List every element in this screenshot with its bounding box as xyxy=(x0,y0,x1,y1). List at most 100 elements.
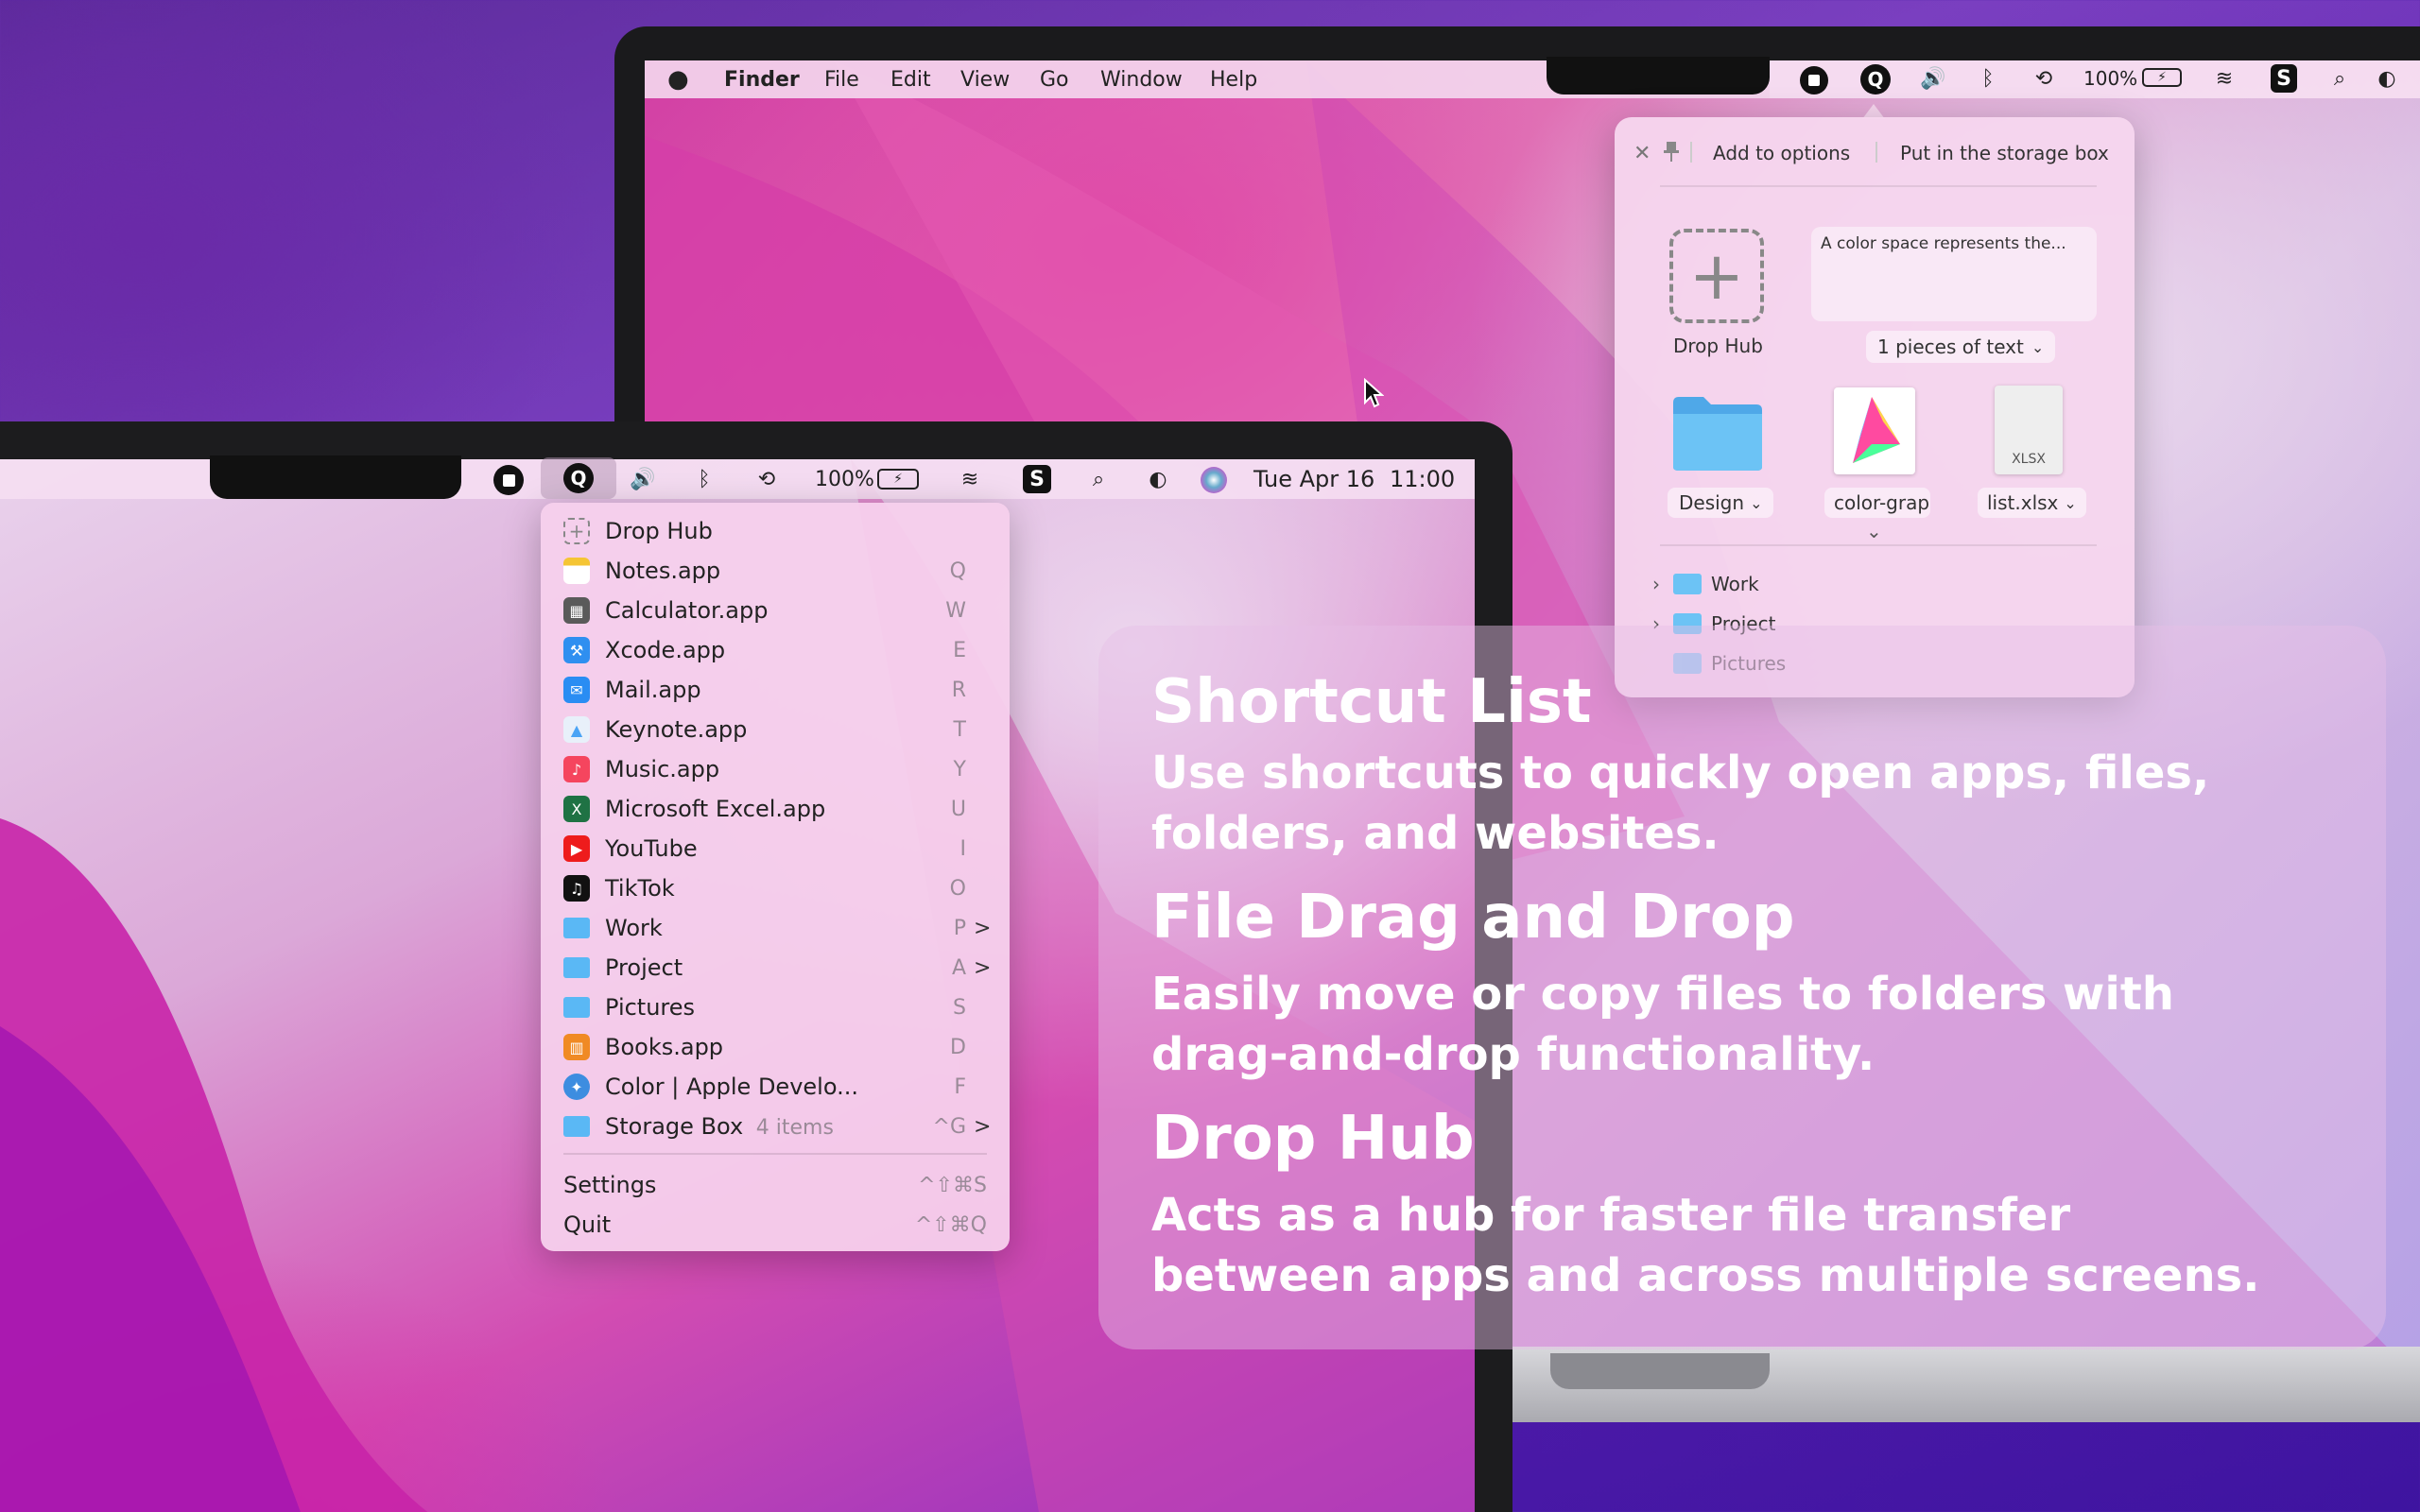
record-icon[interactable] xyxy=(1800,66,1828,94)
submenu-chevron-icon: > xyxy=(974,1114,992,1139)
feature-desc-shortcut-list-line1: Use shortcuts to quickly open apps, file… xyxy=(1151,747,2210,799)
calculator-icon: ▦ xyxy=(563,597,590,624)
chevron-down-icon: ⌄ xyxy=(2064,493,2077,512)
menu-item-books[interactable]: ▥ Books.app D xyxy=(563,1028,987,1066)
drop-hub-popover: ✕ Add to options Put in the storage box … xyxy=(1615,117,2135,697)
expand-chevron-icon[interactable]: ⌄ xyxy=(1866,520,1882,542)
menu-item-project[interactable]: Project A > xyxy=(563,949,991,987)
menu-item-label: Books.app xyxy=(605,1034,724,1060)
youtube-icon: ▶ xyxy=(563,835,590,862)
spotlight-search-icon[interactable]: ⌕ xyxy=(1083,463,1114,495)
menu-item-shortcut: D xyxy=(950,1035,966,1059)
disclosure-chevron-icon[interactable]: › xyxy=(1652,573,1673,595)
wifi-icon[interactable]: ≋ xyxy=(953,463,987,495)
file-dropdown-color-graph[interactable]: color-grap⌄ xyxy=(1824,488,1930,518)
s-app-icon[interactable]: S xyxy=(2271,64,2297,93)
menu-item-music[interactable]: ♪ Music.app Y xyxy=(563,750,987,788)
menu-item-shortcut: A xyxy=(951,955,966,980)
menu-item-shortcut: Q xyxy=(949,558,966,583)
menu-item-quit[interactable]: Quit ^⇧⌘Q xyxy=(563,1206,987,1244)
menu-window[interactable]: Window xyxy=(1100,68,1183,92)
menu-file[interactable]: File xyxy=(824,68,859,92)
menubar-app-name[interactable]: Finder xyxy=(724,68,800,92)
s-app-icon[interactable]: S xyxy=(1023,465,1051,493)
battery-icon[interactable]: ⚡ xyxy=(2142,68,2182,87)
menu-item-color-apple-developer[interactable]: ✦ Color | Apple Develo... F xyxy=(563,1068,987,1106)
menu-item-notes[interactable]: Notes.app Q xyxy=(563,552,987,590)
app-q-icon[interactable]: Q xyxy=(1860,64,1891,94)
mail-icon: ✉ xyxy=(563,677,590,703)
bluetooth-icon[interactable]: ᛒ xyxy=(1974,62,2002,94)
feature-title-shortcut-list: Shortcut List xyxy=(1151,667,1592,737)
tree-item-work[interactable]: › Work xyxy=(1652,567,1759,601)
app-q-menu-button[interactable]: Q xyxy=(541,457,616,499)
file-label: Design xyxy=(1679,491,1745,514)
record-icon[interactable] xyxy=(493,465,524,495)
menu-view[interactable]: View xyxy=(960,68,1010,92)
design-folder-icon[interactable] xyxy=(1671,393,1764,472)
menu-help[interactable]: Help xyxy=(1210,68,1257,92)
text-preview-card[interactable]: A color space represents the... xyxy=(1811,227,2097,321)
control-center-icon[interactable]: ◐ xyxy=(2371,62,2403,94)
menu-item-calculator[interactable]: ▦ Calculator.app W xyxy=(563,592,987,629)
menu-item-drop-hub[interactable]: + Drop Hub xyxy=(563,512,987,550)
menu-item-shortcut: W xyxy=(945,598,966,623)
menu-go[interactable]: Go xyxy=(1040,68,1069,92)
menu-item-shortcut: U xyxy=(950,797,966,821)
menu-item-shortcut: Y xyxy=(953,757,966,782)
pin-icon[interactable] xyxy=(1662,140,1681,163)
bluetooth-icon[interactable]: ᛒ xyxy=(690,463,718,495)
drop-hub-target[interactable]: + xyxy=(1669,229,1764,323)
file-dropdown-design[interactable]: Design ⌄ xyxy=(1668,488,1774,518)
control-center-icon[interactable]: ◐ xyxy=(1142,463,1174,495)
color-graph-file-icon[interactable] xyxy=(1834,387,1915,474)
file-dropdown-list-xlsx[interactable]: list.xlsx ⌄ xyxy=(1978,488,2086,518)
menu-item-shortcut: O xyxy=(949,876,966,901)
time-machine-icon[interactable]: ⟲ xyxy=(2029,62,2059,94)
apple-logo-icon[interactable]: ● xyxy=(667,65,689,94)
wifi-icon[interactable]: ≋ xyxy=(2208,62,2240,94)
menu-item-label: Drop Hub xyxy=(605,518,713,544)
menu-item-storage-box[interactable]: Storage Box 4 items ^G > xyxy=(563,1108,992,1145)
feature-title-file-drag-drop: File Drag and Drop xyxy=(1151,883,1795,953)
pieces-dropdown[interactable]: 1 pieces of text ⌄ xyxy=(1866,331,2056,363)
spotlight-search-icon[interactable]: ⌕ xyxy=(2325,62,2354,94)
submenu-chevron-icon: > xyxy=(974,916,992,940)
menu-item-xcode[interactable]: ⚒ Xcode.app E xyxy=(563,631,987,669)
battery-icon[interactable]: ⚡ xyxy=(877,469,919,490)
menu-item-work[interactable]: Work P > xyxy=(563,909,992,947)
menu-item-keynote[interactable]: ▲ Keynote.app T xyxy=(563,711,987,748)
add-to-options-button[interactable]: Add to options xyxy=(1713,142,1850,164)
menu-item-shortcut: ^G xyxy=(932,1114,966,1139)
feature-desc-drag-drop-line2: drag-and-drop functionality. xyxy=(1151,1028,1876,1081)
time-machine-icon[interactable]: ⟲ xyxy=(751,463,783,495)
menu-item-youtube[interactable]: ▶ YouTube I xyxy=(563,830,987,868)
menubar-date[interactable]: Tue Apr 16 xyxy=(1253,463,1374,495)
chevron-down-icon: ⌄ xyxy=(2031,337,2045,356)
close-icon[interactable]: ✕ xyxy=(1634,142,1651,165)
menu-item-shortcut: S xyxy=(953,995,966,1020)
popover-arrow xyxy=(1862,100,1885,119)
menu-item-pictures[interactable]: Pictures S xyxy=(563,988,987,1026)
menu-item-settings[interactable]: Settings ^⇧⌘S xyxy=(563,1166,987,1204)
books-icon: ▥ xyxy=(563,1034,590,1060)
chevron-down-icon: ⌄ xyxy=(1750,493,1763,512)
front-laptop-foot xyxy=(1550,1353,1770,1389)
storage-count-badge: 4 items xyxy=(755,1116,834,1140)
xlsx-file-icon[interactable]: XLSX xyxy=(1995,386,2063,474)
put-in-storage-box-button[interactable]: Put in the storage box xyxy=(1900,142,2109,164)
excel-icon: X xyxy=(563,796,590,822)
menubar-time[interactable]: 11:00 xyxy=(1390,463,1455,495)
volume-icon[interactable]: 🔊 xyxy=(626,463,660,495)
volume-icon[interactable]: 🔊 xyxy=(1917,62,1949,94)
menu-item-excel[interactable]: X Microsoft Excel.app U xyxy=(563,790,987,828)
menu-item-label: TikTok xyxy=(605,875,675,902)
siri-icon[interactable] xyxy=(1201,467,1227,493)
menu-edit[interactable]: Edit xyxy=(890,68,931,92)
menu-item-label: Notes.app xyxy=(605,558,721,584)
drop-hub-icon: + xyxy=(563,518,590,544)
xlsx-tag: XLSX xyxy=(2012,452,2046,467)
plus-icon: + xyxy=(1688,237,1745,315)
menu-item-tiktok[interactable]: ♫ TikTok O xyxy=(563,869,987,907)
menu-item-mail[interactable]: ✉ Mail.app R xyxy=(563,671,987,709)
